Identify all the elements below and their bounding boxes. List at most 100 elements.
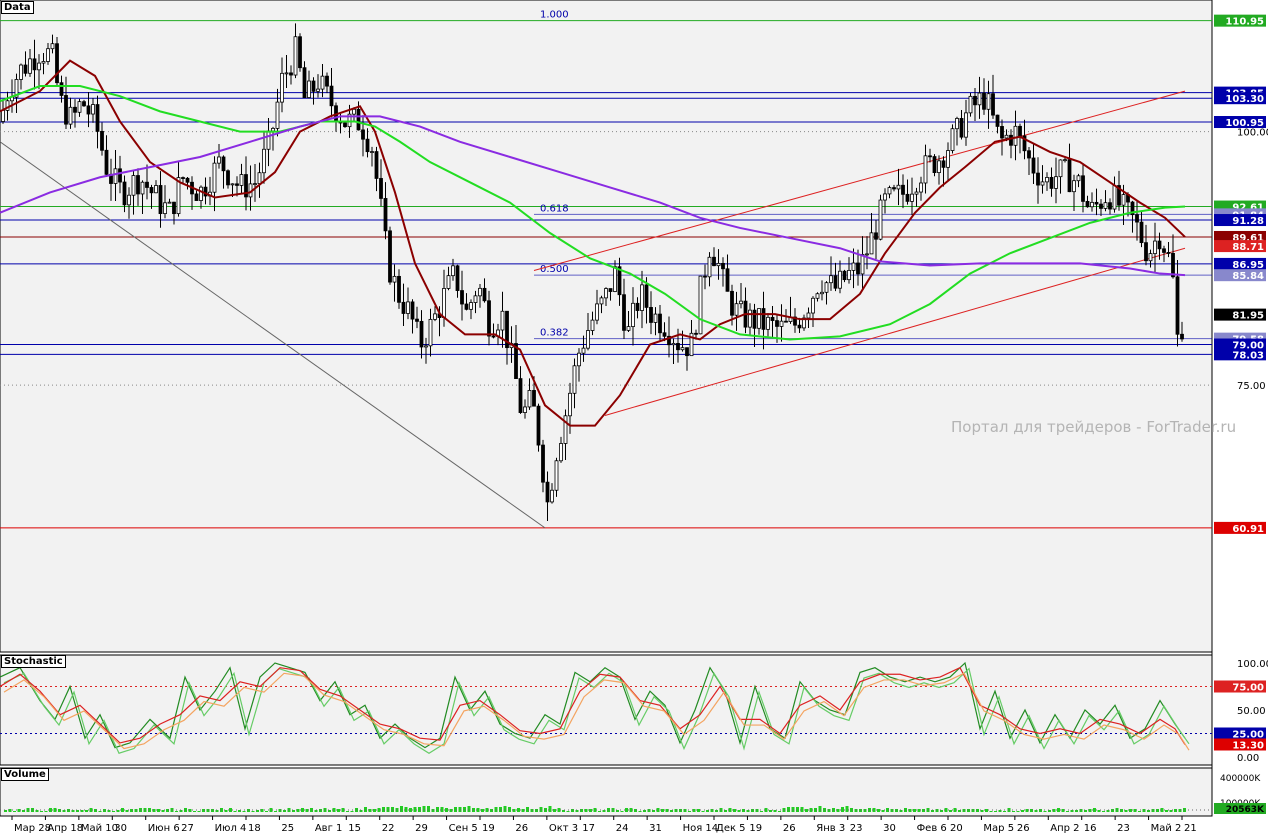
volume-pane <box>0 767 1213 817</box>
x-tick-label: 18 <box>248 823 261 834</box>
volume-bar <box>989 811 993 812</box>
candle-body <box>325 75 329 87</box>
candle-body <box>739 300 743 305</box>
candle-body <box>221 156 226 172</box>
volume-bar <box>121 808 124 812</box>
candle-body <box>955 118 959 130</box>
candle-body <box>937 160 941 174</box>
volume-bar <box>400 806 403 812</box>
volume-bar <box>85 810 88 812</box>
candle-body <box>1162 248 1166 253</box>
volume-bar <box>274 811 277 812</box>
stochastic-pane-title: Stochastic <box>1 655 66 668</box>
candle-body <box>851 262 856 271</box>
candle-body <box>284 72 289 75</box>
candle-body <box>46 48 50 62</box>
candle-body <box>824 282 829 293</box>
volume-bar <box>697 809 700 812</box>
volume-bar <box>769 810 772 812</box>
candle-body <box>487 300 491 337</box>
candle-body <box>770 316 775 321</box>
candle-body <box>68 106 73 125</box>
candle-body <box>649 307 653 323</box>
candle-body <box>1153 240 1157 255</box>
candle-body <box>455 265 460 291</box>
volume-bar <box>598 811 601 812</box>
candle-body <box>257 172 262 184</box>
x-tick-label: 19 <box>482 823 495 834</box>
x-tick-label: 30 <box>114 823 127 834</box>
volume-bar <box>265 811 268 812</box>
price-level-label: 81.95 <box>1232 311 1264 322</box>
candle-body <box>847 270 851 281</box>
candle-body <box>653 313 658 323</box>
candle-body <box>446 275 451 289</box>
volume-bar <box>760 811 763 812</box>
volume-bar <box>1066 811 1069 812</box>
volume-bar <box>467 806 471 812</box>
candle-body <box>1027 150 1031 159</box>
candle-body <box>1040 181 1045 186</box>
x-tick-label: 26 <box>1017 823 1030 834</box>
stochastic-level-label: 13.30 <box>1232 740 1264 751</box>
x-tick-label: Июн 6 <box>148 823 180 834</box>
candle-body <box>680 347 685 351</box>
volume-bar <box>1102 811 1105 812</box>
candle-body <box>707 256 712 278</box>
candle-body <box>914 191 919 195</box>
volume-bar <box>301 808 304 812</box>
x-tick-label: 30 <box>883 823 896 834</box>
candle-body <box>482 287 487 302</box>
candle-body <box>392 275 397 283</box>
x-tick-label: 29 <box>415 823 428 834</box>
x-tick-label: Май 10 <box>81 823 118 834</box>
candle-body <box>266 130 271 150</box>
candle-body <box>172 201 176 215</box>
candle-body <box>703 275 707 278</box>
candle-body <box>1049 177 1054 189</box>
candle-body <box>329 85 334 107</box>
volume-bar <box>427 806 430 812</box>
candle-body <box>1099 203 1103 209</box>
candle-body <box>559 443 563 462</box>
x-tick-label: Авг 1 <box>315 823 343 834</box>
volume-bar <box>44 811 48 812</box>
candle-body <box>86 105 91 115</box>
candle-body <box>712 256 716 267</box>
candle-body <box>1103 202 1108 209</box>
candle-body <box>113 168 118 184</box>
candle-body <box>532 390 536 407</box>
candle-body <box>365 138 370 153</box>
candle-body <box>842 270 847 281</box>
candle-body <box>320 75 325 90</box>
candle-body <box>307 80 311 98</box>
candle-body <box>730 290 734 316</box>
candle-body <box>59 82 64 96</box>
volume-bar <box>818 806 822 812</box>
candle-body <box>896 184 901 190</box>
candle-body <box>901 184 905 195</box>
candle-body <box>41 61 46 64</box>
candle-body <box>271 127 275 132</box>
candle-body <box>874 232 878 240</box>
volume-bar <box>503 806 507 812</box>
candle-body <box>541 444 545 483</box>
volume-bar <box>229 808 232 812</box>
candle-body <box>1054 176 1058 189</box>
volume-bar <box>841 807 844 812</box>
candle-body <box>140 181 145 195</box>
candle-body <box>302 67 307 98</box>
candle-body <box>397 275 401 303</box>
candle-body <box>604 288 608 299</box>
candle-body <box>905 193 910 202</box>
candle-body <box>1148 253 1153 262</box>
volume-bar <box>778 811 781 812</box>
candle-body <box>766 316 770 330</box>
candle-body <box>73 106 77 113</box>
candle-body <box>752 309 757 329</box>
candle-body <box>298 36 302 69</box>
price-level-label: 60.91 <box>1232 524 1264 535</box>
candle-body <box>856 262 860 275</box>
candle-body <box>361 129 365 140</box>
candle-body <box>428 318 433 347</box>
